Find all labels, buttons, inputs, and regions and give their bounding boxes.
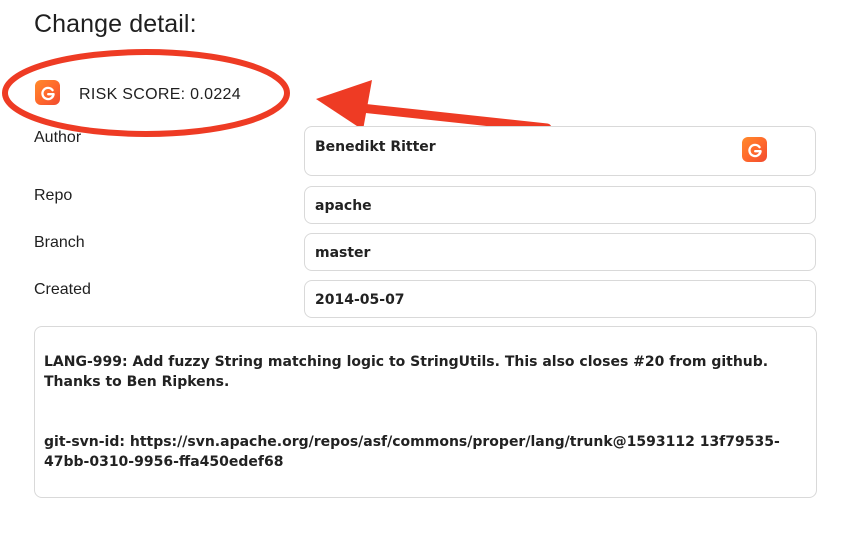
repo-field[interactable]: apache [304,186,816,224]
page-title: Change detail: [34,10,197,38]
author-label: Author [34,129,82,146]
arrow-head [316,80,372,130]
commit-svn-id-line: git-svn-id: https://svn.apache.org/repos… [44,434,780,470]
repo-label: Repo [34,187,73,204]
g-logo-icon [742,137,767,162]
author-value: Benedikt Ritter [315,139,436,155]
branch-label: Branch [34,234,85,251]
author-field[interactable]: Benedikt Ritter [304,126,816,176]
risk-score-label: RISK SCORE: 0.0224 [79,86,241,103]
arrow-shaft [347,102,552,133]
commit-message-box[interactable]: LANG-999: Add fuzzy String matching logi… [34,326,817,498]
branch-value: master [315,245,371,261]
commit-message-line: LANG-999: Add fuzzy String matching logi… [44,354,769,390]
repo-value: apache [315,198,372,214]
created-field[interactable]: 2014-05-07 [304,280,816,318]
branch-field[interactable]: master [304,233,816,271]
created-value: 2014-05-07 [315,292,405,308]
created-label: Created [34,281,91,298]
g-logo-icon [35,80,60,105]
